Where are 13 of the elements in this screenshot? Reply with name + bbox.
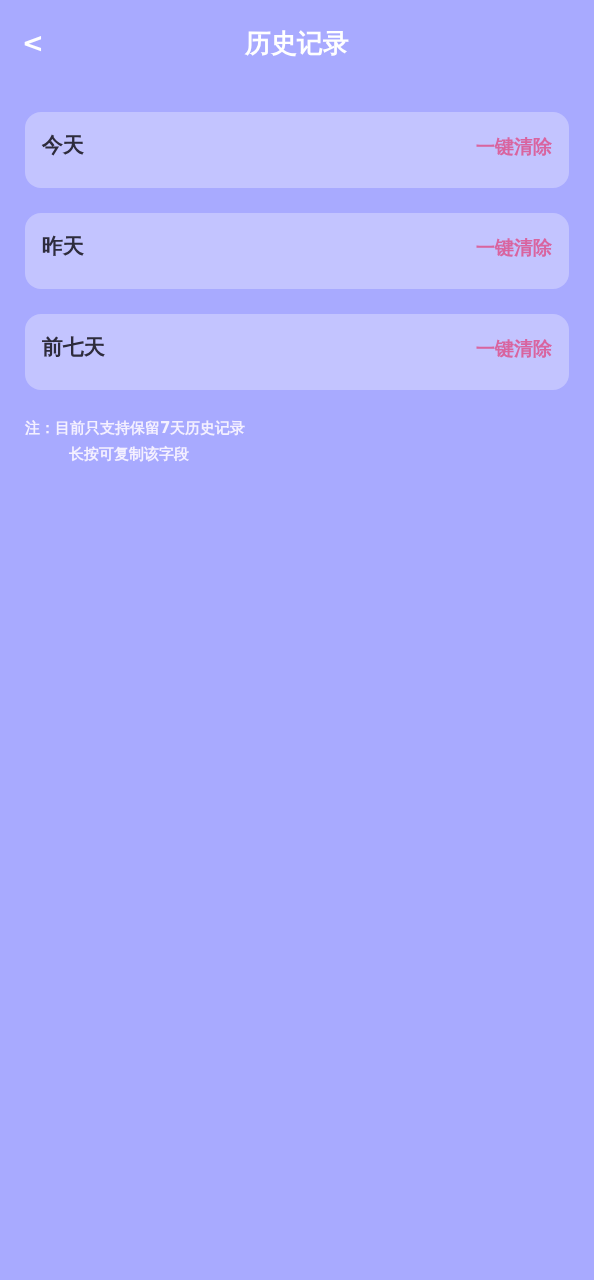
note-text: 长按可复制该字段 [68, 444, 190, 464]
clear-all-button[interactable]: 一键清除 [476, 333, 552, 363]
section-label: 今天 [42, 132, 84, 160]
page-title: 历史记录 [245, 26, 349, 60]
section-label: 前七天 [42, 334, 105, 362]
back-button[interactable]: < [20, 26, 46, 60]
history-card[interactable]: 前七天 一键清除 [25, 314, 569, 390]
clear-all-button[interactable]: 一键清除 [476, 131, 552, 161]
clear-all-button[interactable]: 一键清除 [476, 232, 552, 262]
history-card[interactable]: 今天 一键清除 [25, 112, 569, 188]
section-label: 昨天 [42, 233, 84, 261]
note-text: 注：目前只支持保留7天历史记录 [25, 418, 247, 438]
history-card[interactable]: 昨天 一键清除 [25, 213, 569, 289]
